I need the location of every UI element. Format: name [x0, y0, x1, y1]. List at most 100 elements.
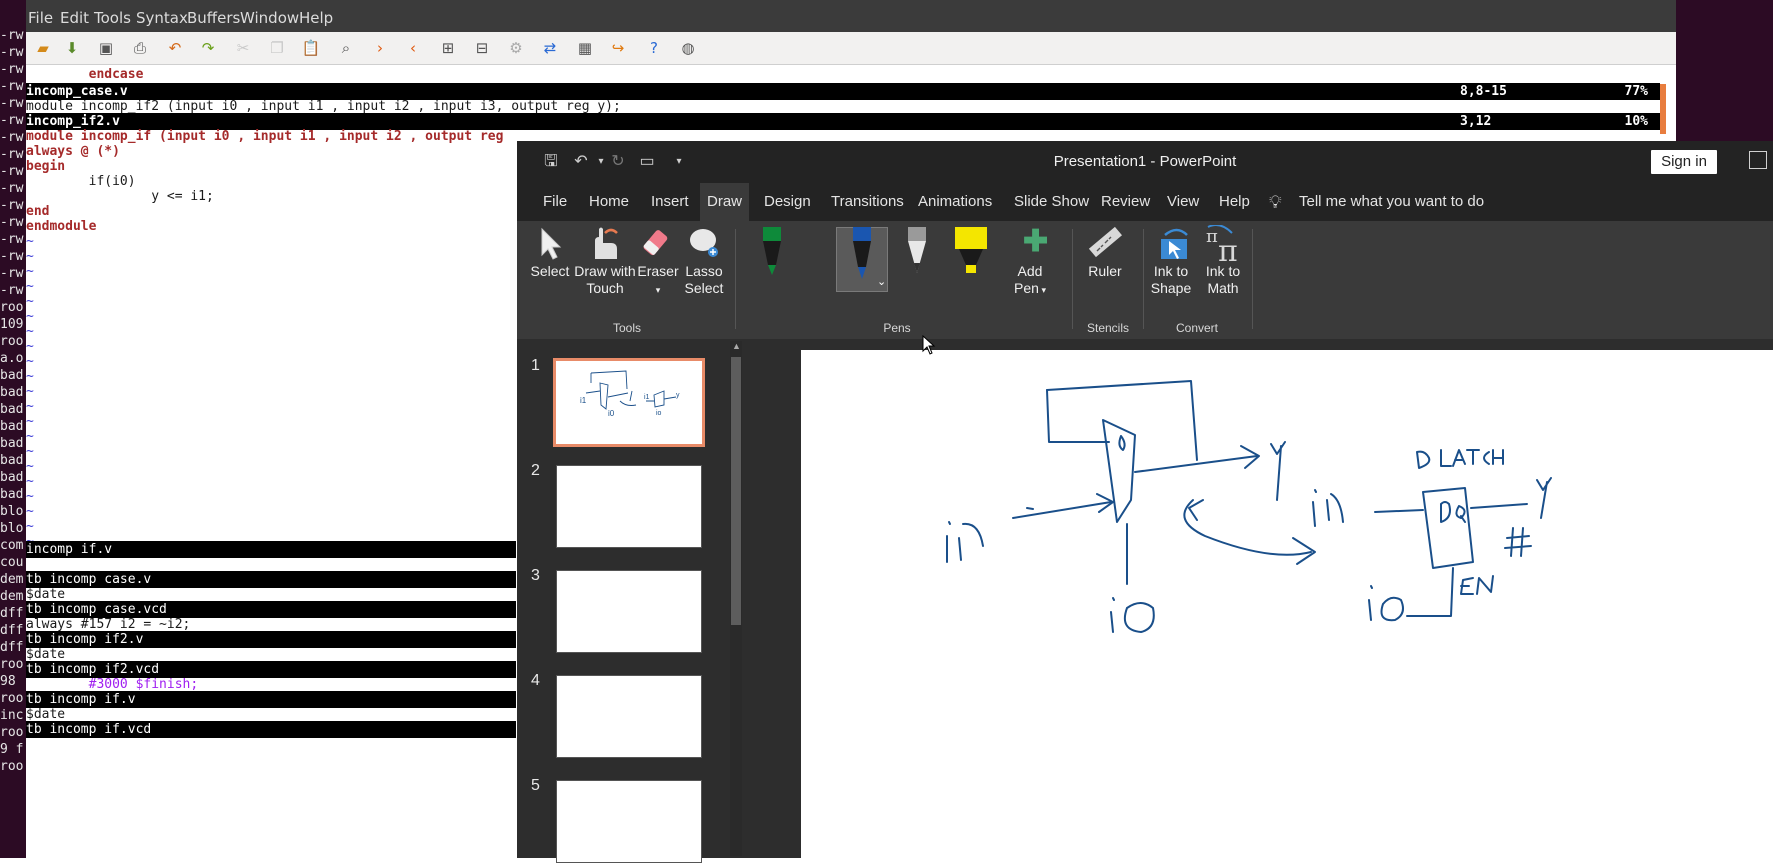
tell-me-search[interactable]: Tell me what you want to do [1299, 183, 1484, 221]
pen-dropdown-icon[interactable]: ⌄ [877, 275, 886, 288]
slide-thumbnail-1[interactable]: i1 i0 i1 io y [553, 358, 705, 447]
menu-edit[interactable]: Edit [60, 0, 89, 32]
tab-draw[interactable]: Draw [700, 183, 750, 221]
run-macro-icon[interactable]: ⚙ [504, 36, 528, 60]
terminal-line: bad [0, 402, 24, 417]
save-session-icon[interactable]: ⬇ [60, 36, 84, 60]
jump-icon[interactable]: ↪ [606, 36, 630, 60]
ink-stroke [1483, 451, 1490, 465]
thumbnail-scrollbar-thumb[interactable] [731, 357, 741, 625]
gvim-scroll-marker[interactable] [1660, 84, 1666, 134]
select-button[interactable]: Select [529, 263, 571, 280]
tab-slide-show[interactable]: Slide Show [1014, 183, 1089, 221]
draw-ribbon: Select Draw with Touch Eraser ▾ Lasso Selec… [517, 221, 1773, 339]
tab-review[interactable]: Review [1101, 183, 1150, 221]
menu-tools[interactable]: Tools [94, 0, 131, 32]
tab-insert[interactable]: Insert [651, 183, 689, 221]
find-next-icon[interactable]: › [368, 36, 392, 60]
svg-text:y: y [676, 392, 680, 399]
slide-thumbnail-3[interactable] [556, 570, 702, 653]
copy-icon[interactable]: ❐ [265, 36, 289, 60]
ink-to-shape-icon[interactable] [1157, 225, 1193, 261]
terminal-line: 109 [0, 317, 24, 332]
menu-syntax[interactable]: Syntax [136, 0, 188, 32]
eraser-button[interactable]: Eraser ▾ [637, 263, 679, 299]
ruler-button[interactable]: Ruler [1083, 263, 1127, 280]
ink-stroke [1183, 499, 1312, 556]
tab-home[interactable]: Home [589, 183, 629, 221]
slide-thumbnail-2[interactable] [556, 465, 702, 548]
menu-file[interactable]: File [28, 0, 53, 32]
ribbon-separator [735, 229, 736, 329]
ink-stroke [1466, 449, 1480, 465]
draw-with-touch-button[interactable]: Draw with Touch [573, 263, 637, 297]
save-session2-icon[interactable]: ⊟ [470, 36, 494, 60]
terminal-line: -rw [0, 164, 24, 179]
pen-green-icon[interactable] [760, 225, 784, 277]
tab-file[interactable]: File [543, 183, 567, 221]
print-icon[interactable]: ⎙ [128, 36, 152, 60]
lasso-select-icon[interactable] [687, 226, 723, 260]
terminal-line: roo [0, 657, 24, 672]
ruler-icon[interactable] [1087, 225, 1123, 261]
add-pen-icon[interactable]: ✚ [1023, 227, 1048, 257]
terminal-line: inc [0, 708, 24, 723]
find-help-icon[interactable]: ◍ [676, 36, 700, 60]
ctags-icon[interactable]: ▦ [573, 36, 597, 60]
ink-stroke [1440, 501, 1451, 523]
slide-number: 2 [531, 462, 540, 479]
highlighter-yellow-icon[interactable] [954, 225, 988, 277]
help-icon[interactable]: ? [642, 36, 666, 60]
gvim-toolbar: ▰ ⬇ ▣ ⎙ ↶ ↷ ✂ ❐ 📋 ⌕ › ‹ ⊞ ⊟ ⚙ ⇄ ▦ ↪ ? ◍ [26, 32, 1676, 65]
terminal-line: bad [0, 419, 24, 434]
draw-with-touch-icon[interactable] [587, 225, 621, 261]
terminal-line: roo [0, 334, 24, 349]
sign-in-button[interactable]: Sign in [1651, 150, 1717, 174]
lasso-select-button[interactable]: Lasso Select [681, 263, 727, 297]
tab-design[interactable]: Design [764, 183, 811, 221]
scroll-up-icon[interactable]: ▲ [732, 341, 741, 351]
terminal-line: bad [0, 470, 24, 485]
ink-to-math-button[interactable]: Ink to Math [1199, 263, 1247, 297]
slide-thumbnail-4[interactable] [556, 675, 702, 758]
load-session-icon[interactable]: ⊞ [436, 36, 460, 60]
status-line-tb-if: tb incomp if.v [26, 691, 516, 708]
paste-icon[interactable]: 📋 [299, 36, 323, 60]
terminal-line: cou [0, 555, 24, 570]
code-line-endmodule: endmodule [26, 219, 97, 234]
open-icon[interactable]: ▰ [31, 36, 55, 60]
save-icon[interactable]: ▣ [94, 36, 118, 60]
status-line-tb-if2: tb incomp if2.v [26, 631, 516, 648]
ribbon-display-icon[interactable] [1749, 151, 1767, 169]
add-pen-button[interactable]: Add Pen ▾ [1007, 263, 1053, 299]
pencil-gray-icon[interactable] [905, 225, 929, 279]
terminal-background: -rw -rw -rw -rw -rw -rw -rw -rw -rw -rw -rw -rw -rw -… [0, 0, 26, 858]
ink-stroke [1470, 503, 1528, 509]
ink-stroke [1110, 597, 1155, 633]
menu-help[interactable]: Help [299, 0, 333, 32]
slide-canvas[interactable] [801, 350, 1773, 858]
terminal-line: -rw [0, 45, 24, 60]
tab-transitions[interactable]: Transitions [831, 183, 904, 221]
pen-blue-icon[interactable] [850, 225, 874, 281]
make-icon[interactable]: ⇄ [538, 36, 562, 60]
terminal-line: dff [0, 623, 24, 638]
undo-icon[interactable]: ↶ [163, 36, 187, 60]
terminal-line: -rw [0, 249, 24, 264]
tab-animations[interactable]: Animations [918, 183, 992, 221]
terminal-line: -rw [0, 266, 24, 281]
slide-thumbnail-5[interactable] [556, 780, 702, 863]
find-icon[interactable]: ⌕ [334, 36, 358, 60]
svg-text:io: io [656, 410, 662, 417]
eraser-icon[interactable] [643, 227, 675, 259]
ink-to-shape-button[interactable]: Ink to Shape [1147, 263, 1195, 297]
find-prev-icon[interactable]: ‹ [401, 36, 425, 60]
redo-icon[interactable]: ↷ [196, 36, 220, 60]
tab-view[interactable]: View [1167, 183, 1199, 221]
menu-buffers[interactable]: Buffers [187, 0, 240, 32]
ink-to-math-icon[interactable]: ππ [1206, 225, 1246, 263]
tab-help[interactable]: Help [1219, 183, 1250, 221]
select-arrow-icon[interactable] [538, 227, 564, 261]
menu-window[interactable]: Window [240, 0, 299, 32]
cut-icon[interactable]: ✂ [231, 36, 255, 60]
